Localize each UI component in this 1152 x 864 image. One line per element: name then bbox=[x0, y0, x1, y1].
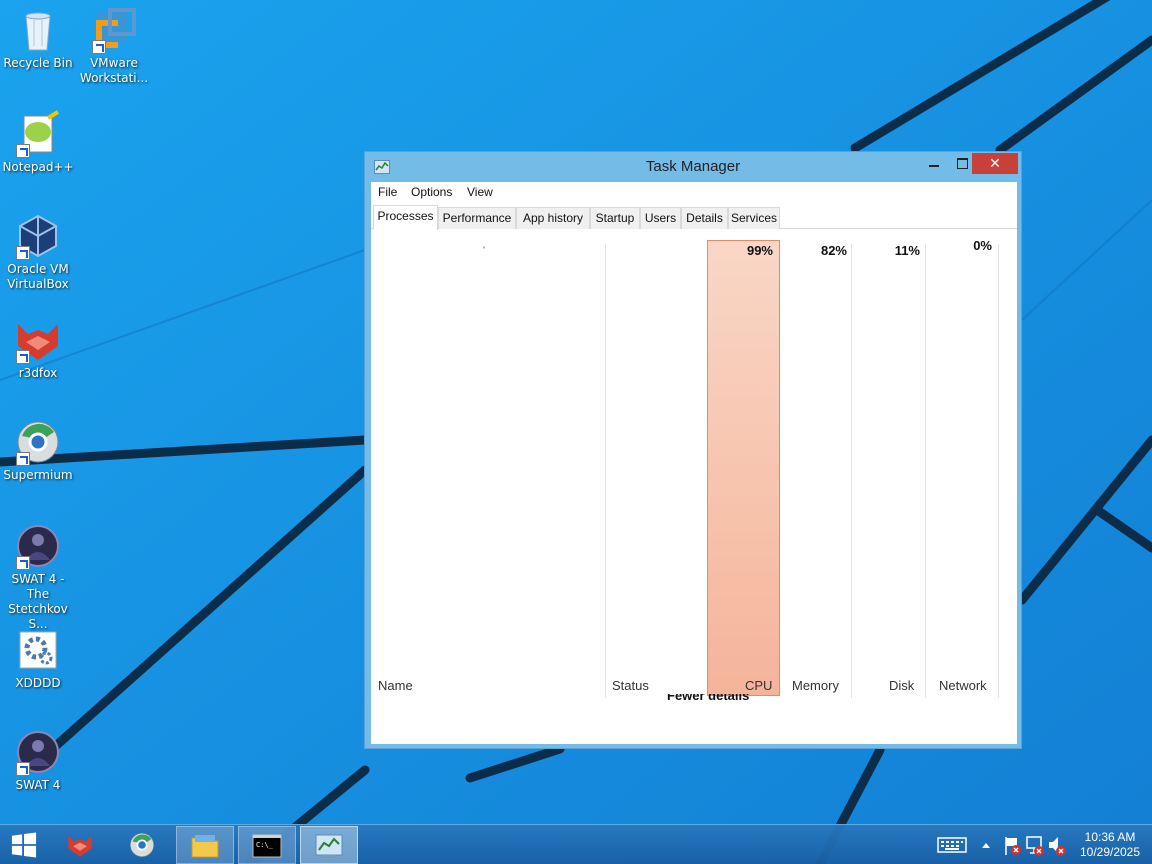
menu-options[interactable]: Options bbox=[411, 185, 452, 199]
network-icon[interactable] bbox=[1025, 825, 1045, 864]
task-manager-window[interactable]: Task Manager ✕ File Options View Process… bbox=[364, 151, 1022, 749]
shortcut-arrow-icon bbox=[16, 556, 30, 570]
supermium-icon bbox=[130, 833, 154, 857]
tab-users[interactable]: Users bbox=[640, 207, 681, 229]
shortcut-arrow-icon bbox=[92, 40, 106, 54]
folder-icon bbox=[191, 835, 219, 858]
swat4-icon bbox=[14, 728, 62, 776]
cpu-usage-percent: 99% bbox=[746, 243, 773, 258]
menu-file[interactable]: File bbox=[378, 185, 397, 199]
window-titlebar[interactable]: Task Manager ✕ bbox=[365, 152, 1021, 182]
tab-strip: Processes Performance App history Startu… bbox=[371, 205, 1017, 230]
column-header-status[interactable]: Status bbox=[612, 678, 649, 693]
system-clock[interactable]: 10:36 AM 10/29/2025 bbox=[1074, 830, 1146, 860]
clock-date: 10/29/2025 bbox=[1079, 845, 1141, 859]
desktop-icon-label: Oracle VM VirtualBox bbox=[7, 262, 69, 291]
disk-usage-percent: 11% bbox=[894, 243, 920, 258]
desktop-icon-label: SWAT 4 - The Stetchkov S... bbox=[8, 572, 68, 631]
cmd-icon: C:\_ bbox=[252, 834, 282, 858]
menu-bar: File Options View bbox=[371, 182, 1017, 202]
minimize-button[interactable] bbox=[921, 153, 947, 174]
close-button[interactable]: ✕ bbox=[972, 153, 1018, 174]
windows-logo-icon bbox=[11, 832, 37, 858]
memory-usage-percent: 82% bbox=[820, 243, 847, 258]
desktop-icon-label: XDDDD bbox=[15, 676, 61, 690]
shortcut-arrow-icon bbox=[16, 452, 30, 466]
desktop-icon-recycle-bin[interactable]: Recycle Bin bbox=[0, 6, 76, 71]
taskbar-task-manager[interactable] bbox=[300, 826, 358, 864]
processes-pane: ˄ 99% 82% 11% 0% Name Status CPU Memory … bbox=[371, 230, 1017, 744]
settings-gear-icon bbox=[14, 626, 62, 674]
desktop-icon-supermium[interactable]: Supermium bbox=[0, 418, 76, 483]
tab-details[interactable]: Details bbox=[681, 207, 728, 229]
desktop-icon-swat4[interactable]: SWAT 4 bbox=[0, 728, 76, 793]
shortcut-arrow-icon bbox=[16, 350, 30, 364]
tab-services[interactable]: Services bbox=[728, 207, 780, 229]
start-button[interactable] bbox=[0, 826, 50, 864]
column-separator bbox=[605, 244, 606, 698]
column-header-memory[interactable]: Memory bbox=[792, 678, 839, 693]
taskbar-command-prompt[interactable]: C:\_ bbox=[238, 826, 296, 864]
tab-processes[interactable]: Processes bbox=[373, 205, 438, 230]
task-manager-icon bbox=[315, 834, 343, 858]
network-usage-percent: 0% bbox=[973, 238, 992, 253]
shortcut-arrow-icon bbox=[16, 762, 30, 776]
action-center-flag-icon[interactable] bbox=[1002, 825, 1022, 864]
desktop-icon-label: SWAT 4 bbox=[15, 778, 61, 792]
r3dfox-icon bbox=[68, 835, 92, 857]
swat4-icon bbox=[14, 522, 62, 570]
notepadpp-icon bbox=[14, 110, 62, 158]
desktop-icon-xdddd[interactable]: XDDDD bbox=[0, 626, 76, 691]
recycle-bin-icon bbox=[14, 6, 62, 54]
desktop-icon-notepadpp[interactable]: Notepad++ bbox=[0, 110, 76, 175]
desktop-icon-label: Supermium bbox=[3, 468, 73, 482]
clock-time: 10:36 AM bbox=[1084, 830, 1136, 844]
r3dfox-icon bbox=[14, 316, 62, 364]
column-separator bbox=[925, 244, 926, 698]
keyboard-icon[interactable] bbox=[937, 825, 967, 864]
desktop-icon-virtualbox[interactable]: Oracle VM VirtualBox bbox=[0, 212, 76, 292]
desktop-icon-r3dfox[interactable]: r3dfox bbox=[0, 316, 76, 381]
shortcut-arrow-icon bbox=[16, 246, 30, 260]
column-separator bbox=[998, 244, 999, 698]
column-separator bbox=[851, 244, 852, 698]
taskbar-supermium[interactable] bbox=[114, 826, 172, 864]
taskbar-file-explorer[interactable] bbox=[176, 826, 234, 864]
vmware-icon bbox=[90, 6, 138, 54]
sort-indicator-icon: ˄ bbox=[482, 246, 486, 255]
svg-text:C:\_: C:\_ bbox=[256, 841, 274, 849]
show-hidden-icons-chevron[interactable] bbox=[980, 825, 992, 864]
volume-muted-icon[interactable] bbox=[1047, 825, 1067, 864]
column-header-name[interactable]: Name bbox=[378, 678, 413, 693]
tab-performance[interactable]: Performance bbox=[438, 207, 516, 229]
desktop-icon-label: r3dfox bbox=[18, 366, 58, 380]
taskbar-r3dfox[interactable] bbox=[52, 826, 110, 864]
taskbar: C:\_ 10:36 AM 10/29/2025 bbox=[0, 824, 1152, 864]
task-manager-client: File Options View Processes Performance … bbox=[371, 182, 1017, 744]
tab-app-history[interactable]: App history bbox=[516, 207, 590, 229]
supermium-icon bbox=[14, 418, 62, 466]
desktop-icon-label: Recycle Bin bbox=[3, 56, 73, 70]
desktop-icon-label: Notepad++ bbox=[2, 160, 74, 174]
tab-startup[interactable]: Startup bbox=[590, 207, 640, 229]
column-header-disk[interactable]: Disk bbox=[889, 678, 914, 693]
menu-view[interactable]: View bbox=[467, 185, 493, 199]
shortcut-arrow-icon bbox=[16, 144, 30, 158]
fewer-details-link[interactable]: Fewer details bbox=[667, 694, 767, 704]
desktop-icon-label: VMware Workstati... bbox=[79, 56, 149, 85]
column-header-cpu[interactable]: CPU bbox=[745, 678, 772, 693]
cpu-column-highlight[interactable] bbox=[707, 240, 780, 696]
desktop-icon-vmware[interactable]: VMware Workstati... bbox=[76, 6, 152, 86]
column-header-network[interactable]: Network bbox=[939, 678, 987, 693]
desktop-icon-swat4-stetchkov[interactable]: SWAT 4 - The Stetchkov S... bbox=[0, 522, 76, 632]
virtualbox-icon bbox=[14, 212, 62, 260]
